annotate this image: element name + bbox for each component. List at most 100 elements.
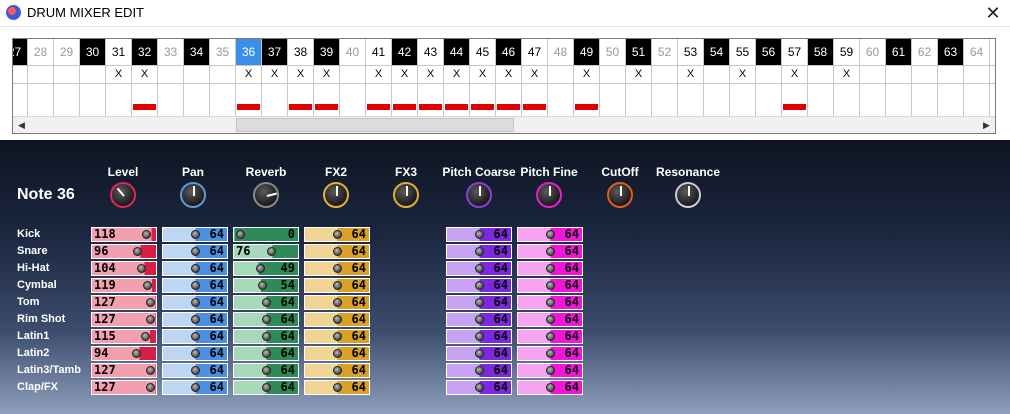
note-assign-cell[interactable] <box>964 65 989 83</box>
note-number[interactable]: 34 <box>184 39 209 65</box>
note-assign-cell[interactable] <box>548 65 573 83</box>
reverb-slider[interactable]: 54 <box>233 278 299 293</box>
note-assign-cell[interactable]: X <box>626 65 651 83</box>
fx2-slider[interactable]: 64 <box>304 295 370 310</box>
note-assign-cell[interactable]: X <box>314 65 339 83</box>
note-empty-cell[interactable] <box>548 83 573 104</box>
note-number[interactable]: 40 <box>340 39 365 65</box>
note-number[interactable]: 50 <box>600 39 625 65</box>
note-assign-cell[interactable] <box>340 65 365 83</box>
note-column-31[interactable]: 31 X <box>106 39 132 117</box>
scrollbar-thumb[interactable] <box>236 118 514 132</box>
note-empty-cell[interactable] <box>184 83 209 104</box>
note-column-59[interactable]: 59 X <box>834 39 860 117</box>
note-number[interactable]: 36 <box>236 39 261 65</box>
level-slider[interactable]: 127 <box>91 312 157 327</box>
pan-slider[interactable]: 64 <box>162 380 228 395</box>
note-column-39[interactable]: 39 X <box>314 39 340 117</box>
pitch-fine-slider[interactable]: 64 <box>517 380 583 395</box>
note-column-40[interactable]: 40 <box>340 39 366 117</box>
note-column-53[interactable]: 53 X <box>678 39 704 117</box>
reverb-slider[interactable]: 76 <box>233 244 299 259</box>
note-number[interactable]: 65 <box>990 39 995 65</box>
note-assign-cell[interactable] <box>990 65 995 83</box>
note-empty-cell[interactable] <box>756 83 781 104</box>
note-number[interactable]: 43 <box>418 39 443 65</box>
pitch-coarse-slider[interactable]: 64 <box>446 295 512 310</box>
scroll-right-arrow-icon[interactable]: ▶ <box>978 117 995 133</box>
note-assign-cell[interactable] <box>28 65 53 83</box>
pan-slider[interactable]: 64 <box>162 278 228 293</box>
note-column-42[interactable]: 42 X <box>392 39 418 117</box>
slider-handle-icon[interactable] <box>475 366 485 375</box>
note-empty-cell[interactable] <box>912 83 937 104</box>
pan-slider[interactable]: 64 <box>162 295 228 310</box>
note-column-43[interactable]: 43 X <box>418 39 444 117</box>
note-assign-cell[interactable] <box>860 65 885 83</box>
slider-handle-icon[interactable] <box>142 230 152 239</box>
slider-handle-icon[interactable] <box>333 366 343 375</box>
slider-handle-icon[interactable] <box>333 264 343 273</box>
note-empty-cell[interactable] <box>13 83 27 104</box>
note-assign-cell[interactable]: X <box>730 65 755 83</box>
note-assign-cell[interactable] <box>704 65 729 83</box>
note-empty-cell[interactable] <box>158 83 183 104</box>
pitch-coarse-slider[interactable]: 64 <box>446 380 512 395</box>
note-column-41[interactable]: 41 X <box>366 39 392 117</box>
note-empty-cell[interactable] <box>704 83 729 104</box>
note-empty-cell[interactable] <box>314 83 339 104</box>
note-assign-cell[interactable] <box>912 65 937 83</box>
slider-handle-icon[interactable] <box>333 315 343 324</box>
knob-reverb[interactable] <box>253 182 279 208</box>
pan-slider[interactable]: 64 <box>162 261 228 276</box>
note-assign-cell[interactable]: X <box>470 65 495 83</box>
level-slider[interactable]: 96 <box>91 244 157 259</box>
pitch-fine-slider[interactable]: 64 <box>517 244 583 259</box>
note-empty-cell[interactable] <box>600 83 625 104</box>
note-assign-cell[interactable]: X <box>782 65 807 83</box>
pan-slider[interactable]: 64 <box>162 363 228 378</box>
pitch-fine-slider[interactable]: 64 <box>517 346 583 361</box>
note-empty-cell[interactable] <box>938 83 963 104</box>
note-number[interactable]: 55 <box>730 39 755 65</box>
note-empty-cell[interactable] <box>262 83 287 104</box>
reverb-slider[interactable]: 49 <box>233 261 299 276</box>
reverb-slider[interactable]: 64 <box>233 312 299 327</box>
slider-handle-icon[interactable] <box>262 383 272 392</box>
note-column-60[interactable]: 60 <box>860 39 886 117</box>
slider-handle-icon[interactable] <box>142 281 152 290</box>
note-assign-cell[interactable] <box>756 65 781 83</box>
knob-level[interactable] <box>110 182 136 208</box>
note-empty-cell[interactable] <box>106 83 131 104</box>
note-assign-cell[interactable] <box>13 65 27 83</box>
pitch-coarse-slider[interactable]: 64 <box>446 346 512 361</box>
slider-handle-icon[interactable] <box>475 298 485 307</box>
note-number[interactable]: 49 <box>574 39 599 65</box>
slider-handle-icon[interactable] <box>475 349 485 358</box>
slider-handle-icon[interactable] <box>475 281 485 290</box>
note-column-48[interactable]: 48 <box>548 39 574 117</box>
level-slider[interactable]: 118 <box>91 227 157 242</box>
note-number[interactable]: 44 <box>444 39 469 65</box>
pitch-coarse-slider[interactable]: 64 <box>446 329 512 344</box>
pan-slider[interactable]: 64 <box>162 227 228 242</box>
knob-fx2[interactable] <box>323 182 349 208</box>
note-empty-cell[interactable] <box>964 83 989 104</box>
knob-resonance[interactable] <box>675 182 701 208</box>
note-column-58[interactable]: 58 <box>808 39 834 117</box>
slider-handle-icon[interactable] <box>546 383 556 392</box>
note-assign-cell[interactable] <box>600 65 625 83</box>
slider-handle-icon[interactable] <box>191 332 201 341</box>
note-assign-cell[interactable]: X <box>522 65 547 83</box>
note-number[interactable]: 45 <box>470 39 495 65</box>
note-column-28[interactable]: 28 <box>28 39 54 117</box>
note-column-34[interactable]: 34 <box>184 39 210 117</box>
note-number[interactable]: 29 <box>54 39 79 65</box>
note-column-51[interactable]: 51 X <box>626 39 652 117</box>
slider-handle-icon[interactable] <box>191 349 201 358</box>
note-empty-cell[interactable] <box>28 83 53 104</box>
note-column-64[interactable]: 64 <box>964 39 990 117</box>
pitch-coarse-slider[interactable]: 64 <box>446 244 512 259</box>
note-column-33[interactable]: 33 <box>158 39 184 117</box>
pitch-fine-slider[interactable]: 64 <box>517 278 583 293</box>
